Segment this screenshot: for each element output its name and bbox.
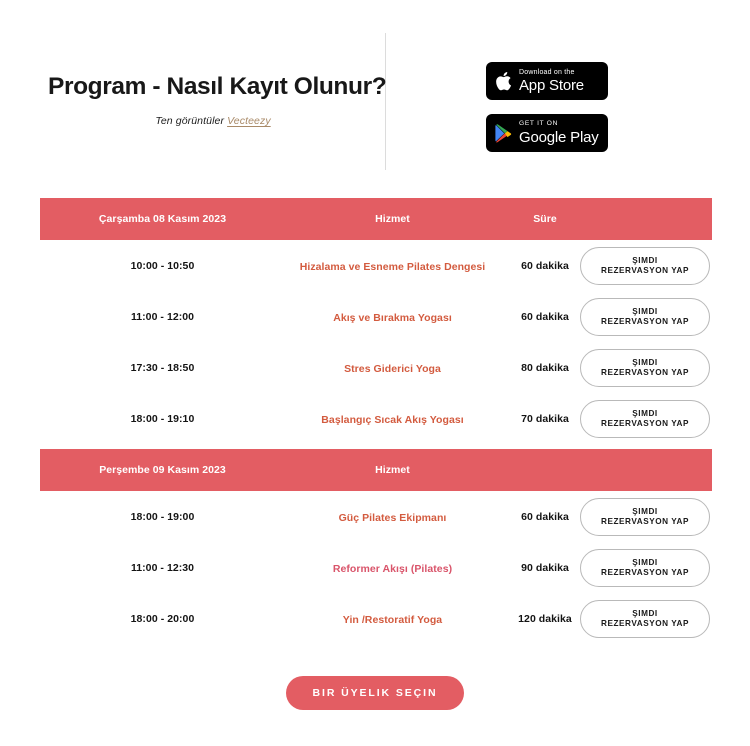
book-now-line2: REZERVASYON YAP: [600, 568, 690, 577]
row-time: 18:00 - 20:00: [130, 612, 195, 625]
row-service-link[interactable]: Akış ve Bırakma Yogası: [333, 312, 452, 324]
app-store-badges: Download on the App Store GET IT ON Goog…: [486, 62, 608, 152]
row-time: 11:00 - 12:30: [130, 561, 195, 574]
row-service-link[interactable]: Güç Pilates Ekipmanı: [339, 512, 447, 524]
book-now-line1: ŞIMDI: [632, 408, 658, 418]
column-header-service: Hizmet: [375, 464, 410, 476]
table-row: 10:00 - 10:50 Hizalama ve Esneme Pilates…: [40, 240, 712, 291]
book-now-line2: REZERVASYON YAP: [600, 317, 690, 326]
book-now-line2: REZERVASYON YAP: [600, 517, 690, 526]
google-play-badge-text: GET IT ON Google Play: [519, 121, 599, 145]
app-store-badge-text: Download on the App Store: [519, 69, 584, 93]
section-date-label: Çarşamba 08 Kasım 2023: [98, 213, 227, 225]
book-now-line1: ŞIMDI: [632, 557, 658, 567]
apple-logo-icon: [495, 71, 512, 91]
book-now-line1: ŞIMDI: [632, 306, 658, 316]
attribution-line: Ten görüntüler Vecteezy: [48, 115, 378, 127]
row-time: 17:30 - 18:50: [130, 361, 195, 374]
book-now-line1: ŞIMDI: [632, 255, 658, 265]
row-service-link[interactable]: Stres Giderici Yoga: [344, 363, 441, 375]
book-now-line1: ŞIMDI: [632, 506, 658, 516]
row-service-link[interactable]: Reformer Akışı (Pilates): [333, 563, 452, 575]
google-play-badge-small: GET IT ON: [519, 120, 559, 128]
google-play-badge[interactable]: GET IT ON Google Play: [486, 114, 608, 152]
attribution-prefix: Ten görüntüler: [155, 114, 225, 127]
app-store-badge[interactable]: Download on the App Store: [486, 62, 608, 100]
table-row: 18:00 - 20:00 Yin /Restoratif Yoga 120 d…: [40, 593, 712, 644]
table-row: 11:00 - 12:00 Akış ve Bırakma Yogası 60 …: [40, 291, 712, 342]
row-time: 18:00 - 19:10: [130, 412, 195, 425]
table-row: 18:00 - 19:00 Güç Pilates Ekipmanı 60 da…: [40, 491, 712, 542]
book-now-button[interactable]: ŞIMDI REZERVASYON YAP: [580, 549, 710, 587]
google-play-badge-big: Google Play: [519, 128, 599, 146]
book-now-line2: REZERVASYON YAP: [600, 419, 690, 428]
row-time: 11:00 - 12:00: [130, 310, 195, 323]
book-now-line2: REZERVASYON YAP: [600, 266, 690, 275]
header-vertical-divider: [385, 33, 386, 170]
attribution-brand-link[interactable]: Vecteezy: [227, 115, 271, 127]
cta-container: BIR ÜYELIK SEÇIN: [0, 676, 750, 710]
book-now-button[interactable]: ŞIMDI REZERVASYON YAP: [580, 400, 710, 438]
column-header-duration: Süre: [533, 213, 557, 225]
book-now-button[interactable]: ŞIMDI REZERVASYON YAP: [580, 298, 710, 336]
row-time: 10:00 - 10:50: [130, 259, 195, 272]
table-row: 18:00 - 19:10 Başlangıç Sıcak Akış Yogas…: [40, 393, 712, 444]
title-block: Program - Nasıl Kayıt Olunur? Ten görünt…: [48, 73, 387, 127]
choose-membership-button[interactable]: BIR ÜYELIK SEÇIN: [285, 676, 465, 710]
table-row: 11:00 - 12:30 Reformer Akışı (Pilates) 9…: [40, 542, 712, 593]
book-now-button[interactable]: ŞIMDI REZERVASYON YAP: [580, 247, 710, 285]
book-now-line2: REZERVASYON YAP: [600, 368, 690, 377]
page-title: Program - Nasıl Kayıt Olunur?: [48, 73, 387, 100]
section-date-label: Perşembe 09 Kasım 2023: [99, 464, 226, 476]
section-header-row: Perşembe 09 Kasım 2023 Hizmet: [40, 449, 712, 491]
book-now-line1: ŞIMDI: [632, 357, 658, 367]
book-now-line1: ŞIMDI: [632, 608, 658, 618]
book-now-line2: REZERVASYON YAP: [600, 619, 690, 628]
table-row: 17:30 - 18:50 Stres Giderici Yoga 80 dak…: [40, 342, 712, 393]
row-service-link[interactable]: Yin /Restoratif Yoga: [343, 614, 442, 626]
app-store-badge-big: App Store: [519, 77, 584, 94]
row-time: 18:00 - 19:00: [130, 510, 195, 523]
schedule-table: Çarşamba 08 Kasım 2023 Hizmet Süre 10:00…: [40, 198, 712, 644]
book-now-button[interactable]: ŞIMDI REZERVASYON YAP: [580, 600, 710, 638]
app-store-badge-small: Download on the: [519, 69, 575, 76]
page-header: Program - Nasıl Kayıt Olunur? Ten görünt…: [0, 0, 750, 190]
google-play-icon: [495, 123, 512, 143]
book-now-button[interactable]: ŞIMDI REZERVASYON YAP: [580, 349, 710, 387]
book-now-button[interactable]: ŞIMDI REZERVASYON YAP: [580, 498, 710, 536]
section-header-row: Çarşamba 08 Kasım 2023 Hizmet Süre: [40, 198, 712, 240]
